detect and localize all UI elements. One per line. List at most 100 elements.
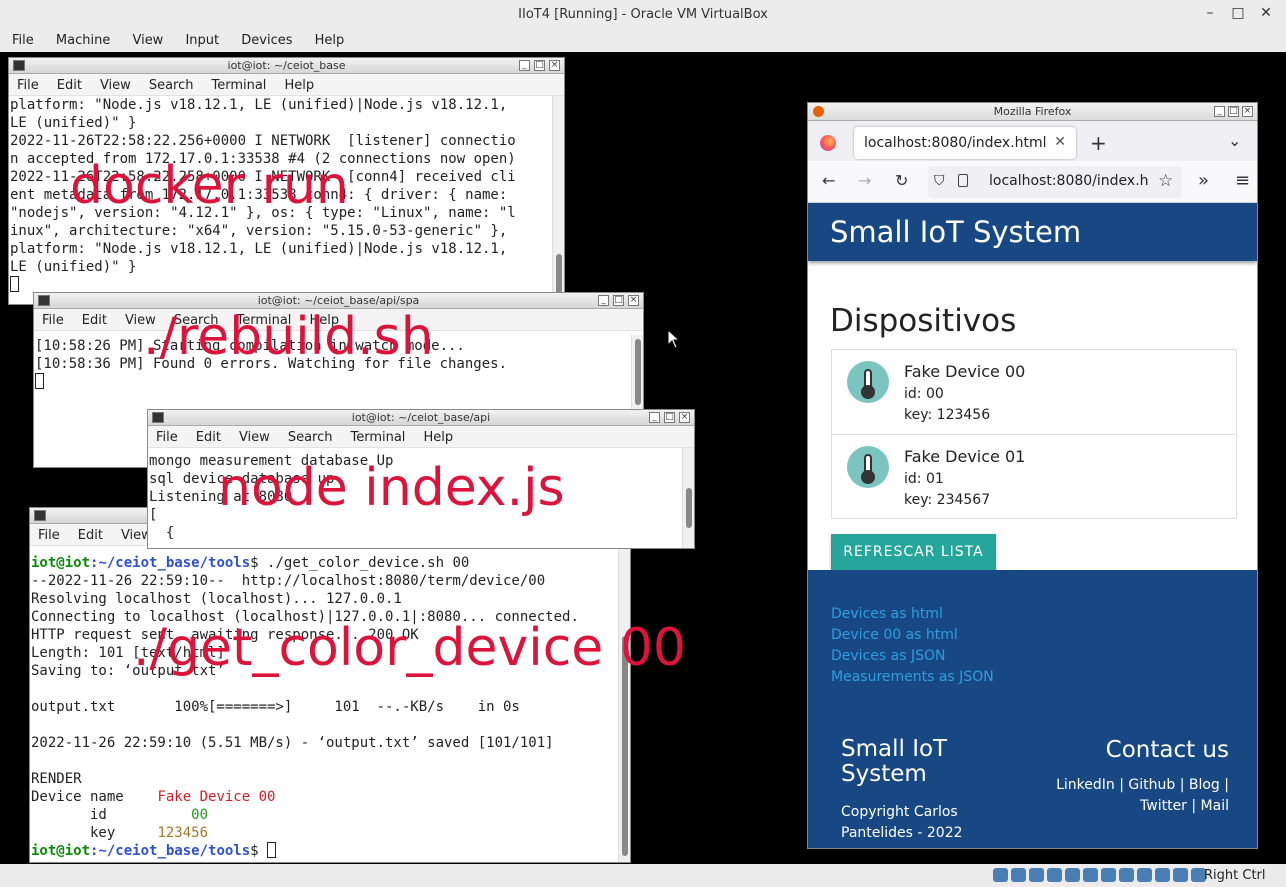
menu-terminal[interactable]: Terminal [211, 78, 266, 93]
terminal-get-color[interactable]: File Edit View iot@iot:~/ceiot_base/tools$… [29, 507, 631, 863]
close-button[interactable]: ✕ [1256, 5, 1276, 21]
link-devices-json[interactable]: Devices as JSON [831, 648, 945, 664]
link-measurements-json[interactable]: Measurements as JSON [831, 669, 994, 685]
maximize-button[interactable]: □ [664, 412, 675, 423]
menu-search[interactable]: Search [149, 78, 194, 93]
terminal-titlebar[interactable]: iot@iot: ~/ceiot_base _ □ × [9, 58, 564, 74]
menu-edit[interactable]: Edit [78, 528, 103, 543]
close-tab-icon[interactable]: ✕ [1054, 134, 1066, 150]
menu-file[interactable]: File [12, 33, 34, 48]
chevron-down-icon[interactable]: ⌄ [1228, 131, 1241, 150]
maximize-button[interactable]: □ [1228, 106, 1239, 117]
page-heading: Dispositivos [830, 303, 1017, 339]
firefox-window[interactable]: Mozilla Firefox _ □ × localhost:8080/ind… [807, 102, 1258, 849]
shared-folder-icon[interactable] [1083, 868, 1098, 882]
maximize-button[interactable]: □ [613, 295, 624, 306]
output-line: RENDER [31, 771, 82, 787]
menu-machine[interactable]: Machine [56, 33, 110, 48]
prompt-sign: $ [250, 843, 268, 859]
display-icon[interactable] [1101, 868, 1116, 882]
menu-file[interactable]: File [17, 78, 39, 93]
prompt-line: iot@iot:~/ceiot_base/tools$ [31, 842, 630, 860]
recording-icon[interactable] [1119, 868, 1134, 882]
hard-disk-icon[interactable] [993, 868, 1008, 882]
optical-drive-icon[interactable] [1011, 868, 1026, 882]
menu-edit[interactable]: Edit [82, 313, 107, 328]
overlay-get-color-device: ./get_color_device 00 [133, 618, 686, 678]
scrollbar-thumb[interactable] [686, 488, 692, 528]
shield-icon[interactable]: ⛉ [934, 173, 945, 189]
scrollbar[interactable] [552, 96, 564, 304]
firefox-window-title: Mozilla Firefox [993, 105, 1072, 118]
url-bar[interactable]: ⛉ localhost:8080/index.h ☆ [928, 166, 1182, 198]
prompt-line: iot@iot:~/ceiot_base/tools$ ./get_color_… [31, 554, 630, 572]
scrollbar-thumb[interactable] [556, 254, 562, 294]
render-label: Device name [31, 789, 158, 805]
overflow-chevron-icon[interactable]: » [1198, 170, 1209, 191]
usb-icon[interactable] [1065, 868, 1080, 882]
bookmark-star-icon[interactable]: ☆ [1158, 171, 1173, 191]
link-devices-html[interactable]: Devices as html [831, 606, 943, 622]
minimize-button[interactable]: _ [519, 60, 530, 71]
list-item[interactable]: Fake Device 01 id: 01 key: 234567 [832, 435, 1236, 520]
contact-links[interactable]: Twitter | Mail [1140, 798, 1229, 814]
close-button[interactable]: × [679, 412, 690, 423]
menu-file[interactable]: File [42, 313, 64, 328]
device-name: Fake Device 01 [904, 447, 1026, 466]
keyboard-icon[interactable] [1173, 868, 1188, 882]
menu-view[interactable]: View [239, 430, 270, 445]
terminal-titlebar[interactable]: iot@iot: ~/ceiot_base/api _ □ × [148, 410, 694, 426]
menu-view[interactable]: View [100, 78, 131, 93]
scrollbar[interactable] [618, 546, 630, 862]
menu-search[interactable]: Search [288, 430, 333, 445]
menu-edit[interactable]: Edit [196, 430, 221, 445]
tab-bar: localhost:8080/index.html ✕ + ⌄ [808, 121, 1257, 161]
terminal-output[interactable]: iot@iot:~/ceiot_base/tools$ ./get_color_… [30, 546, 630, 862]
cpu-icon[interactable] [1137, 868, 1152, 882]
device-status-icons[interactable] [993, 868, 1206, 882]
new-tab-icon[interactable]: + [1090, 131, 1107, 155]
maximize-button[interactable]: □ [534, 60, 545, 71]
firefox-view-icon[interactable] [820, 135, 836, 151]
menu-devices[interactable]: Devices [241, 33, 292, 48]
menu-file[interactable]: File [38, 528, 60, 543]
forward-icon[interactable]: → [858, 171, 871, 190]
menu-help[interactable]: Help [284, 78, 314, 93]
reload-icon[interactable]: ↻ [895, 171, 908, 190]
hamburger-menu-icon[interactable]: ≡ [1235, 170, 1250, 191]
prompt-sign: $ [250, 555, 268, 571]
render-value: 123456 [157, 825, 209, 841]
menu-file[interactable]: File [156, 430, 178, 445]
contact-links[interactable]: LinkedIn | Github | Blog | [1056, 777, 1229, 793]
close-button[interactable]: × [628, 295, 639, 306]
minimize-button[interactable]: _ [598, 295, 609, 306]
menu-help[interactable]: Help [315, 33, 345, 48]
minimize-button[interactable]: _ [649, 412, 660, 423]
minimize-button[interactable]: – [1200, 5, 1220, 21]
scrollbar-thumb[interactable] [635, 339, 641, 405]
refresh-list-button[interactable]: REFRESCAR LISTA [831, 534, 996, 570]
audio-icon[interactable] [1029, 868, 1044, 882]
menu-input[interactable]: Input [185, 33, 219, 48]
network-icon[interactable] [1047, 868, 1062, 882]
link-device00-html[interactable]: Device 00 as html [831, 627, 958, 643]
menu-edit[interactable]: Edit [57, 78, 82, 93]
back-icon[interactable]: ← [822, 171, 835, 190]
minimize-button[interactable]: _ [1214, 106, 1225, 117]
close-button[interactable]: × [549, 60, 560, 71]
close-button[interactable]: × [1242, 106, 1253, 117]
scrollbar[interactable] [682, 448, 694, 548]
menu-view[interactable]: View [132, 33, 163, 48]
url-text[interactable]: localhost:8080/index.h [989, 173, 1149, 189]
mouse-integration-icon[interactable] [1155, 868, 1170, 882]
web-content[interactable]: Small IoT System Dispositivos Fake Devic… [808, 203, 1257, 848]
render-value: Fake Device 00 [157, 789, 276, 805]
list-item[interactable]: Fake Device 00 id: 00 key: 123456 [832, 350, 1236, 435]
maximize-button[interactable]: □ [1228, 5, 1248, 21]
menu-terminal[interactable]: Terminal [350, 430, 405, 445]
render-value: 00 [191, 807, 209, 823]
menu-help[interactable]: Help [423, 430, 453, 445]
tab-index[interactable]: localhost:8080/index.html ✕ [854, 127, 1076, 159]
firefox-titlebar[interactable]: Mozilla Firefox _ □ × [808, 103, 1257, 121]
contact-title: Contact us [1105, 737, 1229, 763]
